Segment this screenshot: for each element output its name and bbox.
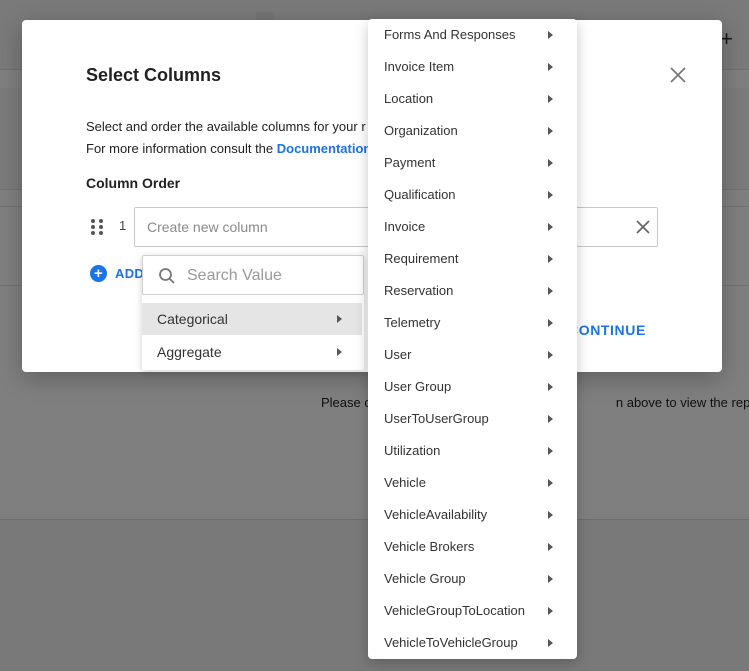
menu-item-label: VehicleAvailability (384, 507, 488, 522)
menu-item-requirement[interactable]: Requirement (368, 243, 577, 275)
menu-item-label: Location (384, 91, 434, 106)
menu-item-utilization[interactable]: Utilization (368, 435, 577, 467)
menu-item-label: Requirement (384, 251, 459, 266)
chevron-right-icon (548, 319, 553, 327)
chevron-right-icon (548, 223, 553, 231)
continue-button[interactable]: CONTINUE (568, 322, 646, 338)
chevron-right-icon (548, 383, 553, 391)
menu-item-vehicle-to-vehicle-group[interactable]: VehicleToVehicleGroup (368, 627, 577, 659)
description-line-2: For more information consult the Documen… (86, 138, 371, 160)
menu-item-label: Payment (384, 155, 436, 170)
chevron-right-icon (548, 575, 553, 583)
category-item-label: Categorical (157, 311, 228, 327)
category-item-aggregate[interactable]: Aggregate (142, 336, 362, 368)
menu-item-label: Forms And Responses (384, 27, 516, 42)
menu-item-label: VehicleToVehicleGroup (384, 635, 518, 650)
tables-submenu: Forms And Responses Invoice Item Locatio… (368, 19, 577, 659)
menu-item-user-to-user-group[interactable]: UserToUserGroup (368, 403, 577, 435)
menu-item-label: Invoice (384, 219, 426, 234)
add-column-label: ADD (115, 265, 145, 281)
chevron-right-icon (548, 159, 553, 167)
menu-item-label: Qualification (384, 187, 456, 202)
chevron-right-icon (548, 479, 553, 487)
documentation-link[interactable]: Documentation (277, 141, 372, 156)
menu-item-vehicle-group-to-location[interactable]: VehicleGroupToLocation (368, 595, 577, 627)
menu-item-label: Telemetry (384, 315, 441, 330)
chevron-right-icon (548, 607, 553, 615)
chevron-right-icon (548, 31, 553, 39)
category-dropdown: Categorical Aggregate (142, 255, 364, 370)
chevron-right-icon (548, 127, 553, 135)
menu-item-invoice[interactable]: Invoice (368, 211, 577, 243)
chevron-right-icon (548, 447, 553, 455)
search-box (142, 255, 364, 295)
menu-item-label: Reservation (384, 283, 454, 298)
chevron-right-icon (548, 415, 553, 423)
menu-item-label: UserToUserGroup (384, 411, 489, 426)
menu-item-payment[interactable]: Payment (368, 147, 577, 179)
row-index: 1 (119, 218, 127, 233)
chevron-right-icon (337, 348, 342, 356)
menu-item-location[interactable]: Location (368, 83, 577, 115)
menu-item-label: Vehicle Brokers (384, 539, 475, 554)
menu-item-label: Organization (384, 123, 458, 138)
close-icon[interactable] (668, 65, 688, 85)
clear-icon[interactable] (634, 218, 652, 236)
menu-item-qualification[interactable]: Qualification (368, 179, 577, 211)
menu-item-user-group[interactable]: User Group (368, 371, 577, 403)
menu-item-vehicle-brokers[interactable]: Vehicle Brokers (368, 531, 577, 563)
chevron-right-icon (548, 95, 553, 103)
search-value-input[interactable] (187, 262, 357, 290)
menu-item-vehicle-group[interactable]: Vehicle Group (368, 563, 577, 595)
menu-item-label: VehicleGroupToLocation (384, 603, 525, 618)
chevron-right-icon (548, 351, 553, 359)
search-icon (158, 267, 176, 285)
chevron-right-icon (548, 191, 553, 199)
chevron-right-icon (548, 639, 553, 647)
chevron-right-icon (548, 543, 553, 551)
menu-item-label: Vehicle Group (384, 571, 466, 586)
menu-item-organization[interactable]: Organization (368, 115, 577, 147)
category-item-categorical[interactable]: Categorical (142, 303, 362, 335)
column-order-heading: Column Order (86, 175, 181, 191)
menu-item-label: Vehicle (384, 475, 426, 490)
drag-handle-icon[interactable] (90, 218, 104, 236)
add-circle-icon: + (90, 264, 107, 282)
description-prefix: For more information consult the (86, 141, 277, 156)
category-item-label: Aggregate (157, 344, 222, 360)
menu-item-label: User Group (384, 379, 452, 394)
menu-item-vehicle-availability[interactable]: VehicleAvailability (368, 499, 577, 531)
menu-item-label: Utilization (384, 443, 441, 458)
menu-item-invoice-item[interactable]: Invoice Item (368, 51, 577, 83)
menu-item-label: User (384, 347, 412, 362)
menu-item-vehicle[interactable]: Vehicle (368, 467, 577, 499)
chevron-right-icon (548, 63, 553, 71)
chevron-right-icon (548, 287, 553, 295)
add-column-button[interactable]: + ADD (90, 263, 144, 283)
menu-item-reservation[interactable]: Reservation (368, 275, 577, 307)
menu-item-user[interactable]: User (368, 339, 577, 371)
modal-description: Select and order the available columns f… (86, 116, 371, 160)
modal-title: Select Columns (86, 65, 222, 85)
menu-item-label: Invoice Item (384, 59, 455, 74)
description-line-1: Select and order the available columns f… (86, 119, 366, 134)
chevron-right-icon (548, 255, 553, 263)
chevron-right-icon (548, 511, 553, 519)
menu-item-forms-and-responses[interactable]: Forms And Responses (368, 19, 577, 51)
chevron-right-icon (337, 315, 342, 323)
menu-item-telemetry[interactable]: Telemetry (368, 307, 577, 339)
